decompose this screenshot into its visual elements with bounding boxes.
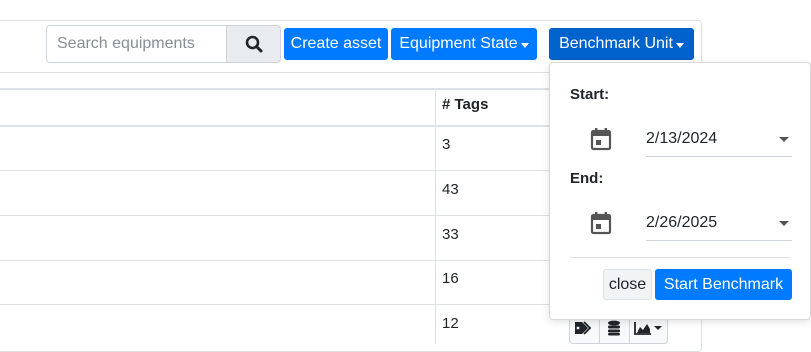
table-cell-tags: 43	[442, 181, 459, 198]
caret-down-icon	[675, 42, 684, 48]
tags-icon	[575, 321, 592, 335]
benchmark-unit-label: Benchmark Unit	[559, 35, 673, 52]
start-date-value: 2/13/2024	[646, 129, 718, 147]
database-icon	[608, 320, 621, 336]
table-cell-tags: 16	[442, 270, 459, 287]
end-label: End:	[570, 170, 604, 187]
dropdown-divider	[570, 257, 791, 258]
create-asset-label: Create asset	[290, 35, 382, 52]
end-date-value: 2/26/2025	[646, 213, 718, 231]
end-date-row: 2/26/2025	[590, 205, 792, 241]
area-chart-icon	[634, 322, 652, 335]
equipment-state-label: Equipment State	[399, 35, 518, 52]
benchmark-unit-button[interactable]: Benchmark Unit	[549, 28, 694, 60]
close-button[interactable]: close	[603, 269, 652, 300]
start-label: Start:	[570, 86, 610, 103]
create-asset-button[interactable]: Create asset	[284, 28, 388, 60]
caret-down-icon	[779, 137, 789, 142]
start-date-select[interactable]: 2/13/2024	[646, 121, 792, 157]
search-icon	[245, 35, 262, 53]
caret-down-icon	[520, 42, 529, 48]
table-cell-tags: 12	[442, 315, 459, 332]
end-date-select[interactable]: 2/26/2025	[646, 205, 792, 241]
column-header-tags[interactable]: # Tags	[442, 96, 488, 113]
caret-down-icon	[779, 221, 789, 226]
search-input[interactable]	[46, 25, 227, 63]
table-cell-tags: 33	[442, 226, 459, 243]
calendar-icon[interactable]	[590, 211, 612, 235]
close-button-label: close	[608, 275, 647, 293]
start-date-row: 2/13/2024	[590, 121, 792, 157]
equipment-state-button[interactable]: Equipment State	[391, 28, 537, 60]
table-cell-tags: 3	[442, 136, 451, 153]
column-divider	[435, 88, 436, 344]
caret-down-icon	[654, 326, 663, 330]
start-benchmark-label: Start Benchmark	[663, 275, 784, 293]
search-button[interactable]	[226, 25, 281, 63]
start-benchmark-button[interactable]: Start Benchmark	[655, 269, 792, 300]
calendar-icon[interactable]	[590, 127, 612, 151]
benchmark-dropdown: Start: 2/13/2024 End: 2/26/2025 close St…	[549, 62, 811, 320]
